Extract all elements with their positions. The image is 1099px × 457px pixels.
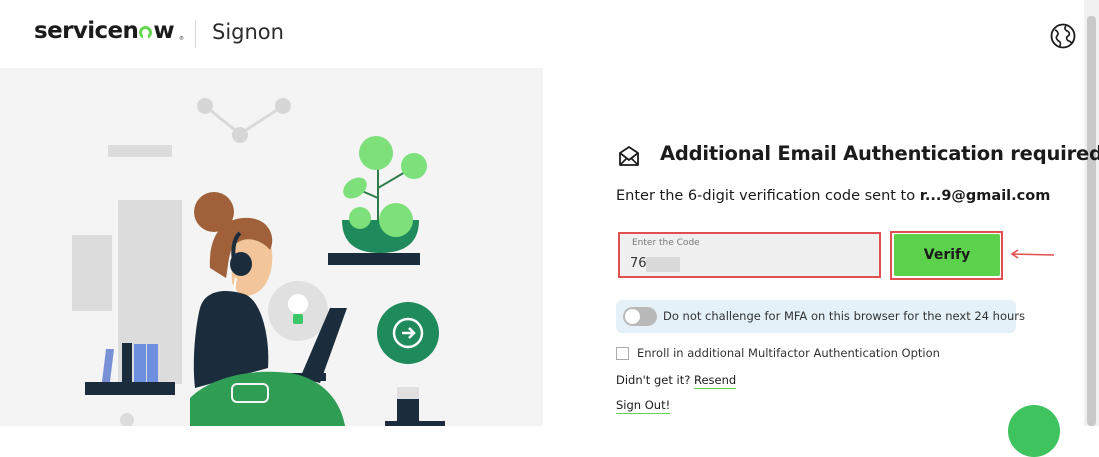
arrow-left-icon [1010,249,1055,259]
code-field[interactable]: Enter the Code [618,232,881,278]
verification-instructions: Enter the 6-digit verification code sent… [616,188,1051,204]
logo-trademark: ® [179,36,184,42]
header-divider [195,20,196,48]
app-name: Signon [212,20,284,44]
mail-icon [619,146,639,166]
page-title: Additional Email Authentication required [660,142,1099,165]
didnt-get-it-text: Didn't get it? [616,373,691,387]
person-with-headset-laptop-illustration [72,98,445,426]
enroll-label: Enroll in additional Multifactor Authent… [637,346,940,360]
scrollbar-thumb[interactable] [1087,16,1096,426]
resend-row: Didn't get it? Resend [616,373,737,389]
illustration-panel [0,68,543,426]
code-field-label: Enter the Code [632,238,700,248]
masked-email: r...9@gmail.com [919,188,1051,204]
servicenow-logo: servicen w [34,18,175,44]
page-scrollbar[interactable] [1084,0,1099,426]
top-header: servicen w ® Signon [0,0,1084,68]
mfa-remember-option: Do not challenge for MFA on this browser… [616,300,1025,333]
chat-button[interactable] [1008,405,1060,457]
globe-icon[interactable] [1050,23,1076,49]
redacted-code-digits [646,257,680,272]
resend-link[interactable]: Resend [693,373,737,389]
sign-out-link[interactable]: Sign Out! [616,398,671,414]
verify-button[interactable]: Verify [894,234,1000,276]
mfa-remember-toggle[interactable] [623,307,657,326]
enroll-checkbox[interactable] [616,347,629,360]
mfa-remember-label: Do not challenge for MFA on this browser… [663,309,1025,323]
